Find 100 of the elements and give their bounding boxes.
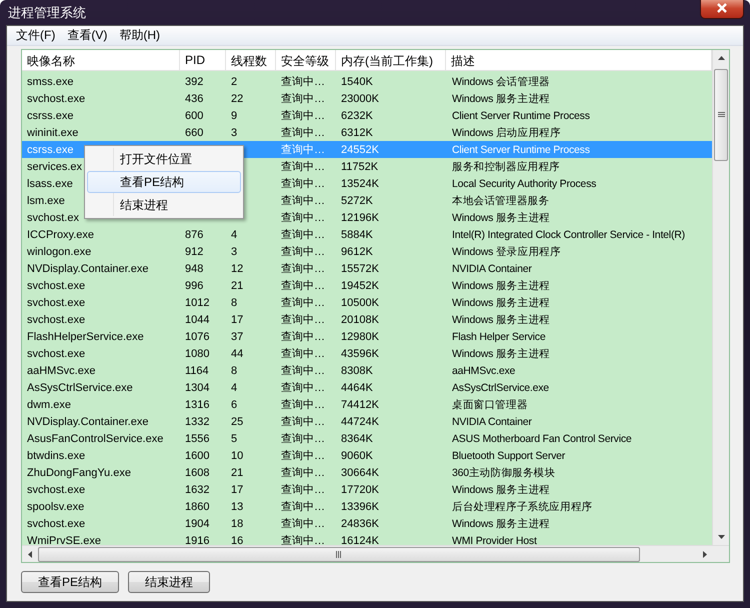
table-cell: 1316 — [185, 398, 210, 410]
column-header[interactable]: 线程数 — [226, 50, 276, 70]
table-cell: 桌面窗口管理器 — [452, 398, 528, 410]
table-cell: 查询中… — [281, 331, 325, 343]
table-cell: 13396K — [341, 500, 379, 512]
table-cell: 查询中… — [281, 433, 325, 445]
action-button[interactable]: 结束进程 — [128, 571, 210, 593]
table-cell: WmiPrvSE.exe — [27, 534, 101, 545]
table-cell: WMI Provider Host — [452, 534, 537, 545]
context-menu-item[interactable]: 打开文件位置 — [87, 148, 241, 170]
table-cell: 查询中… — [281, 399, 325, 411]
table-cell: 17 — [231, 484, 244, 496]
table-cell: services.ex — [27, 160, 82, 172]
table-cell: winlogon.exe — [27, 246, 92, 258]
table-cell: 1080 — [185, 348, 210, 360]
table-cell: NVDisplay.Container.exe — [27, 416, 148, 428]
scroll-thumb[interactable] — [38, 546, 640, 562]
table-cell: AsusFanControlService.exe — [27, 432, 164, 444]
table-cell: Windows 服务主进程 — [452, 280, 550, 292]
table-cell: 查询中… — [281, 382, 325, 394]
scroll-up-icon[interactable] — [718, 56, 724, 60]
table-cell: Windows 服务主进程 — [452, 92, 550, 104]
table-cell: 3 — [231, 126, 238, 138]
scroll-right-icon[interactable] — [703, 550, 707, 558]
table-cell: 12196K — [341, 212, 379, 224]
table-cell: 查询中… — [281, 212, 325, 224]
table-cell: 4 — [231, 228, 238, 240]
table-cell: 948 — [185, 262, 204, 274]
table-cell: Client Server Runtime Process — [452, 144, 590, 156]
menu-item[interactable]: 文件(F) — [10, 27, 62, 44]
column-header[interactable]: 内存(当前工作集) — [336, 50, 446, 70]
table-cell: 876 — [185, 228, 204, 240]
table-cell: 查询中… — [281, 484, 325, 496]
table-cell: 21 — [231, 466, 244, 478]
table-cell: 3 — [231, 246, 238, 258]
table-cell: 16124K — [341, 534, 379, 545]
menu-item[interactable]: 帮助(H) — [113, 27, 166, 44]
table-cell: 20108K — [341, 314, 379, 326]
table-cell: aaHMSvc.exe — [27, 364, 96, 376]
table-cell: 4 — [231, 382, 238, 394]
table-cell: 查询中… — [281, 348, 325, 360]
table-cell: lsm.exe — [27, 194, 65, 206]
table-cell: 9 — [231, 110, 238, 122]
table-cell: svchost.exe — [27, 280, 86, 292]
table-cell: 13524K — [341, 178, 379, 190]
grip-icon — [718, 112, 724, 118]
table-cell: 查询中… — [281, 127, 325, 139]
table-cell: 6232K — [341, 110, 373, 122]
context-menu-item[interactable]: 结束进程 — [87, 194, 241, 216]
table-cell: 11752K — [341, 160, 378, 172]
table-cell: Windows 服务主进程 — [452, 314, 550, 326]
table-cell: btwdins.exe — [27, 450, 86, 462]
horizontal-scrollbar[interactable] — [22, 545, 729, 562]
vertical-scrollbar[interactable] — [712, 50, 729, 545]
table-cell: 9612K — [341, 246, 373, 258]
table-cell: 查询中… — [281, 178, 325, 190]
table-cell: 1304 — [185, 382, 210, 394]
table-cell: 后台处理程序子系统应用程序 — [452, 500, 592, 512]
table-cell: 5884K — [341, 228, 373, 240]
table-cell: svchost.exe — [27, 92, 86, 104]
column-header[interactable]: PID — [180, 50, 226, 70]
table-cell: 1332 — [185, 416, 210, 428]
table-cell: Windows 服务主进程 — [452, 484, 550, 496]
table-cell: 12 — [231, 262, 244, 274]
table-cell: spoolsv.exe — [27, 500, 84, 512]
table-cell: 10500K — [341, 296, 379, 308]
table-cell: 18 — [231, 518, 244, 530]
table-cell: 360主动防御服务模块 — [452, 466, 556, 478]
table-cell: svchost.ex — [27, 212, 79, 224]
table-cell: 17720K — [341, 484, 379, 496]
table-cell: 24552K — [341, 144, 379, 156]
table-cell: Flash Helper Service — [452, 330, 546, 342]
table-cell: 1860 — [185, 500, 210, 512]
close-button[interactable] — [700, 0, 744, 18]
table-cell: 16 — [231, 534, 244, 545]
menu-item[interactable]: 查看(V) — [61, 27, 114, 44]
scroll-down-icon[interactable] — [718, 535, 724, 539]
context-menu-item[interactable]: 查看PE结构 — [87, 171, 241, 193]
table-cell: 392 — [185, 76, 204, 88]
table-cell: 37 — [231, 330, 244, 342]
table-cell: 1556 — [185, 432, 210, 444]
table-cell: 44724K — [341, 416, 379, 428]
table-cell: 10 — [231, 450, 244, 462]
table-cell: 服务和控制器应用程序 — [452, 160, 560, 172]
action-button[interactable]: 查看PE结构 — [21, 571, 120, 593]
table-cell: 查询中… — [281, 467, 325, 479]
table-cell: 1164 — [185, 364, 209, 376]
table-cell: 600 — [185, 110, 204, 122]
table-cell: Bluetooth Support Server — [452, 450, 566, 462]
table-cell: svchost.exe — [27, 484, 86, 496]
table-cell: AsSysCtrlService.exe — [452, 382, 549, 394]
table-cell: 查询中… — [281, 416, 325, 428]
table-cell: 1044 — [185, 314, 210, 326]
table-cell: 12980K — [341, 330, 379, 342]
window-title: 进程管理系统 — [7, 4, 86, 22]
table-cell: 19452K — [341, 280, 379, 292]
column-header[interactable]: 安全等级 — [276, 50, 336, 70]
scroll-left-icon[interactable] — [28, 550, 32, 558]
scroll-thumb[interactable] — [714, 69, 728, 161]
column-header[interactable]: 映像名称 — [22, 50, 180, 70]
